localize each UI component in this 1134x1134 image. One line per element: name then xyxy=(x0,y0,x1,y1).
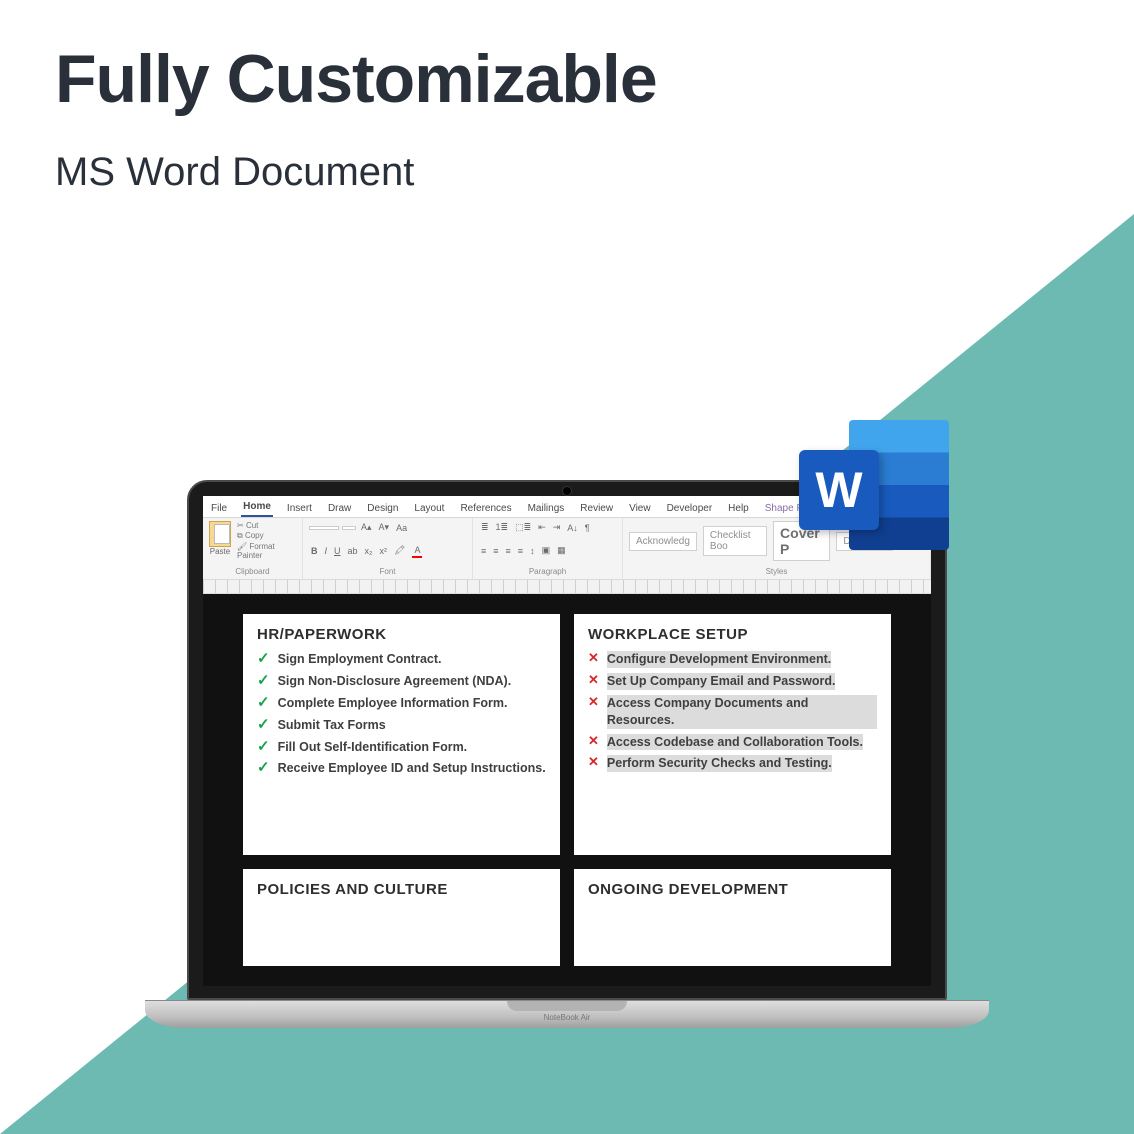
word-logo-w-icon: W xyxy=(799,450,879,530)
tab-references[interactable]: References xyxy=(458,500,513,517)
list-item: Fill Out Self-Identification Form. xyxy=(278,739,468,756)
increase-font-icon[interactable]: A▴ xyxy=(359,521,374,534)
tab-review[interactable]: Review xyxy=(578,500,615,517)
check-icon: ✓ xyxy=(257,739,270,756)
line-spacing-icon[interactable]: ↕ xyxy=(528,545,537,557)
cross-icon: ✕ xyxy=(588,695,599,729)
bold-button[interactable]: B xyxy=(309,545,320,557)
card-policies-culture[interactable]: POLICIES AND CULTURE xyxy=(243,869,560,966)
cross-icon: ✕ xyxy=(588,755,599,772)
borders-icon[interactable]: ▦ xyxy=(555,544,568,557)
font-group-label: Font xyxy=(309,567,466,576)
tab-developer[interactable]: Developer xyxy=(665,500,715,517)
increase-indent-icon[interactable]: ⇥ xyxy=(551,521,563,534)
list-item: Complete Employee Information Form. xyxy=(278,695,508,712)
list-item: Access Codebase and Collaboration Tools. xyxy=(607,734,863,751)
list-item: Perform Security Checks and Testing. xyxy=(607,755,832,772)
tab-draw[interactable]: Draw xyxy=(326,500,353,517)
tab-view[interactable]: View xyxy=(627,500,653,517)
tab-design[interactable]: Design xyxy=(365,500,400,517)
tab-mailings[interactable]: Mailings xyxy=(526,500,567,517)
list-item: Submit Tax Forms xyxy=(278,717,386,734)
highlight-button[interactable]: 🖍 xyxy=(392,544,407,557)
tab-layout[interactable]: Layout xyxy=(412,500,446,517)
clipboard-group-label: Clipboard xyxy=(209,567,296,576)
card-title: POLICIES AND CULTURE xyxy=(257,881,546,898)
shading-icon[interactable]: ▣ xyxy=(540,544,553,557)
check-icon: ✓ xyxy=(257,695,270,712)
font-family-select[interactable] xyxy=(309,526,339,530)
card-title: ONGOING DEVELOPMENT xyxy=(588,881,877,898)
change-case-icon[interactable]: Aa xyxy=(394,522,409,534)
card-title: HR/PAPERWORK xyxy=(257,626,546,643)
screen: File Home Insert Draw Design Layout Refe… xyxy=(203,496,931,986)
subheadline: MS Word Document xyxy=(55,150,414,195)
check-icon: ✓ xyxy=(257,760,270,777)
decrease-font-icon[interactable]: A▾ xyxy=(377,521,392,534)
check-icon: ✓ xyxy=(257,673,270,690)
paste-label: Paste xyxy=(209,547,231,556)
word-logo: W xyxy=(799,420,949,560)
justify-icon[interactable]: ≡ xyxy=(516,545,525,557)
card-ongoing-development[interactable]: ONGOING DEVELOPMENT xyxy=(574,869,891,966)
checklist: ✓ Sign Employment Contract. ✓ Sign Non-Dis… xyxy=(257,651,546,777)
italic-button[interactable]: I xyxy=(323,545,330,557)
superscript-button[interactable]: x² xyxy=(378,545,390,557)
camera-icon xyxy=(563,487,571,495)
paste-button[interactable]: Paste xyxy=(209,521,231,556)
check-icon: ✓ xyxy=(257,651,270,668)
paragraph-group-label: Paragraph xyxy=(479,567,616,576)
tab-file[interactable]: File xyxy=(209,500,229,517)
check-icon: ✓ xyxy=(257,717,270,734)
list-item: Sign Employment Contract. xyxy=(278,651,442,668)
document-canvas[interactable]: HR/PAPERWORK ✓ Sign Employment Contract. … xyxy=(203,594,931,986)
card-title: WORKPLACE SETUP xyxy=(588,626,877,643)
subscript-button[interactable]: x₂ xyxy=(363,545,375,557)
list-item: Configure Development Environment. xyxy=(607,651,831,668)
tab-home[interactable]: Home xyxy=(241,498,273,517)
paste-icon xyxy=(209,521,231,547)
style-item[interactable]: Checklist Boo xyxy=(703,526,767,556)
align-left-icon[interactable]: ≡ xyxy=(479,545,488,557)
cross-icon: ✕ xyxy=(588,673,599,690)
laptop-mockup: File Home Insert Draw Design Layout Refe… xyxy=(145,480,989,1050)
styles-group-label: Styles xyxy=(629,567,924,576)
laptop-notch xyxy=(507,1001,627,1011)
multilevel-icon[interactable]: ⬚≣ xyxy=(513,521,533,534)
ruler[interactable] xyxy=(203,580,931,594)
align-right-icon[interactable]: ≡ xyxy=(504,545,513,557)
list-item: Set Up Company Email and Password. xyxy=(607,673,836,690)
bullets-icon[interactable]: ≣ xyxy=(479,521,491,534)
tab-insert[interactable]: Insert xyxy=(285,500,314,517)
format-painter-button[interactable]: Format Painter xyxy=(237,542,296,560)
style-item[interactable]: Acknowledg xyxy=(629,532,697,551)
ribbon-group-clipboard: Paste Cut Copy Format Painter Clipboard xyxy=(203,518,303,579)
headline: Fully Customizable xyxy=(55,40,657,118)
card-hr-paperwork[interactable]: HR/PAPERWORK ✓ Sign Employment Contract. … xyxy=(243,614,560,855)
copy-button[interactable]: Copy xyxy=(237,531,296,541)
tab-help[interactable]: Help xyxy=(726,500,751,517)
laptop-brand: NoteBook Air xyxy=(544,1013,591,1022)
cut-button[interactable]: Cut xyxy=(237,521,296,530)
underline-button[interactable]: U xyxy=(332,545,343,557)
laptop-base: NoteBook Air xyxy=(145,1000,989,1028)
show-marks-icon[interactable]: ¶ xyxy=(583,522,592,534)
numbering-icon[interactable]: 1≣ xyxy=(494,521,511,534)
checklist: ✕ Configure Development Environment. ✕ Set… xyxy=(588,651,877,772)
list-item: Access Company Documents and Resources. xyxy=(607,695,877,729)
font-size-select[interactable] xyxy=(342,526,356,530)
font-color-button[interactable]: A xyxy=(410,543,424,559)
ribbon-group-font: A▴ A▾ Aa B I U ab x₂ x² 🖍 A Font xyxy=(303,518,473,579)
strike-button[interactable]: ab xyxy=(346,545,360,557)
list-item: Receive Employee ID and Setup Instructio… xyxy=(278,760,546,777)
sort-icon[interactable]: A↓ xyxy=(565,522,580,534)
list-item: Sign Non-Disclosure Agreement (NDA). xyxy=(278,673,512,690)
ribbon-group-paragraph: ≣ 1≣ ⬚≣ ⇤ ⇥ A↓ ¶ ≡ ≡ ≡ ≡ ↕ ▣ xyxy=(473,518,623,579)
cross-icon: ✕ xyxy=(588,734,599,751)
align-center-icon[interactable]: ≡ xyxy=(491,545,500,557)
cross-icon: ✕ xyxy=(588,651,599,668)
card-workplace-setup[interactable]: WORKPLACE SETUP ✕ Configure Development E… xyxy=(574,614,891,855)
decrease-indent-icon[interactable]: ⇤ xyxy=(536,521,548,534)
